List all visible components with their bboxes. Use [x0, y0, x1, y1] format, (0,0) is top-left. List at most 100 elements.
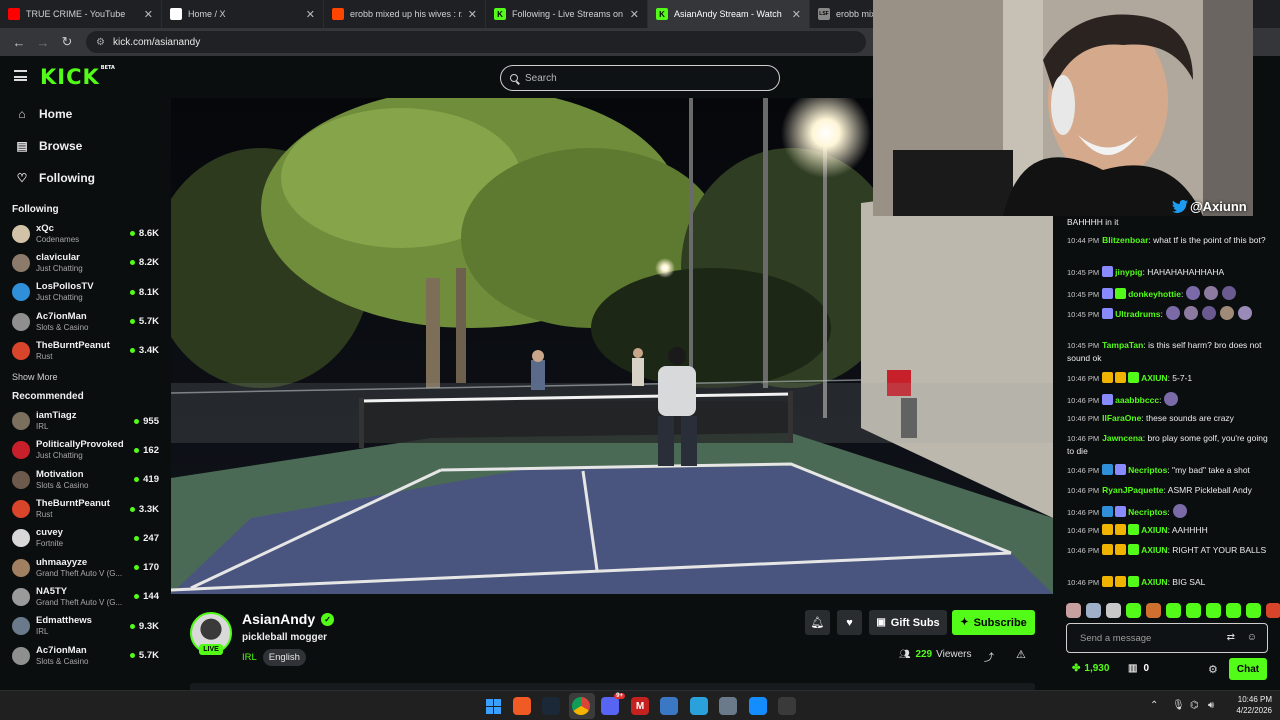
chat-username[interactable]: IlFaraOne [1102, 413, 1141, 423]
emote-picker-icon[interactable] [1266, 603, 1280, 618]
chat-text: : what tf is the point of this bot? [1148, 235, 1266, 245]
sidebar-channel[interactable]: NA5TY Grand Theft Auto V (G... 144 [0, 582, 170, 611]
close-tab-icon[interactable]: ✕ [630, 8, 639, 21]
chat-send-button[interactable]: Chat [1229, 658, 1267, 680]
browser-tab[interactable]: Home / X ✕ [162, 0, 324, 28]
sidebar-channel[interactable]: PoliticallyProvoked Just Chatting 162 [0, 436, 170, 465]
search-input[interactable]: Search [500, 65, 780, 91]
category-link[interactable]: IRL [242, 652, 257, 663]
emote-picker-icon[interactable] [1086, 603, 1101, 618]
network-icon[interactable]: ⌬ [1190, 700, 1199, 711]
sidebar-channel[interactable]: Motivation Slots & Casino 419 [0, 465, 170, 494]
chat-username[interactable]: TampaTan [1102, 340, 1143, 350]
chat-settings-icon[interactable]: ⚙ [1208, 663, 1218, 676]
chat-username[interactable]: RyanJPaquette [1102, 485, 1163, 495]
chat-username[interactable]: jinypig [1115, 267, 1142, 277]
logo-text: KICK [40, 65, 100, 89]
close-tab-icon[interactable]: ✕ [792, 8, 801, 21]
channel-avatar [12, 587, 30, 606]
menu-icon[interactable] [14, 70, 27, 81]
channel-name[interactable]: AsianAndy ✓ [242, 611, 335, 627]
follow-button[interactable]: ♥ [837, 610, 862, 635]
url-field[interactable]: ⚙ kick.com/asianandy [86, 31, 866, 53]
chat-username[interactable]: Jawncena [1102, 433, 1143, 443]
sidebar-channel[interactable]: cuvey Fortnite 247 [0, 524, 170, 553]
sidebar-channel[interactable]: Ac7ionMan Slots & Casino 5.7K [0, 641, 170, 670]
emote-picker-icon[interactable] [1186, 603, 1201, 618]
channel-points[interactable]: ✤ 1,930 [1072, 663, 1109, 674]
sidebar-channel[interactable]: uhmaayyze Grand Theft Auto V (G... 170 [0, 553, 170, 582]
brave-icon[interactable] [513, 697, 531, 715]
notification-bell-button[interactable]: 🔔︎ [805, 610, 830, 635]
sidebar-channel[interactable]: iamTiagz IRL 955 [0, 406, 170, 435]
telegram-icon[interactable] [690, 697, 708, 715]
nav-following[interactable]: ♡ Following [0, 162, 170, 194]
emote-picker-icon[interactable] [1146, 603, 1161, 618]
kick-logo[interactable]: KICKBETA [40, 65, 115, 89]
share-icon[interactable]: ⤴ [984, 649, 994, 664]
chat-username[interactable]: donkeyhottie [1128, 289, 1181, 299]
chat-username[interactable]: Necriptos [1128, 507, 1167, 517]
nav-home[interactable]: ⌂ Home [0, 98, 170, 130]
chat-username[interactable]: AXIUN [1141, 577, 1167, 587]
close-tab-icon[interactable]: ✕ [144, 8, 153, 21]
steam-icon[interactable] [542, 697, 560, 715]
language-tag[interactable]: English [262, 649, 306, 666]
browser-tab[interactable]: erobb mixed up his wives : r/Liv ✕ [324, 0, 486, 28]
reload-icon[interactable]: ↻ [56, 31, 78, 53]
emote-picker-icon[interactable] [1166, 603, 1181, 618]
sidebar-channel[interactable]: TheBurntPeanut Rust 3.3K [0, 494, 170, 523]
browser-tab[interactable]: K Following - Live Streams on Kick ✕ [486, 0, 648, 28]
viewer-count: 8.2K [130, 257, 159, 268]
microphone-icon[interactable]: 🎙︎ [1172, 700, 1185, 711]
clock-date: 4/22/2026 [1236, 706, 1272, 715]
sidebar-channel[interactable]: TheBurntPeanut Rust 3.4K [0, 336, 170, 365]
show-more-link[interactable]: Show More [0, 365, 170, 389]
subscribe-button[interactable]: ✦ Subscribe [952, 610, 1035, 635]
forward-icon[interactable]: → [32, 31, 54, 53]
discord-icon[interactable]: 9+ [601, 693, 625, 715]
chat-input[interactable]: Send a message ⇄ ☺ [1066, 623, 1268, 653]
chat-username[interactable]: Blitzenboar [1102, 235, 1148, 245]
emote-picker-icon[interactable] [1226, 603, 1241, 618]
close-tab-icon[interactable]: ✕ [468, 8, 477, 21]
channel-name: iamTiagz [36, 410, 77, 422]
sidebar-channel[interactable]: clavicular Just Chatting 8.2K [0, 248, 170, 277]
gift-subs-button[interactable]: ▣ Gift Subs [869, 610, 947, 635]
settings-icon[interactable] [719, 697, 737, 715]
browser-tab[interactable]: K AsianAndy Stream - Watch ✕ [648, 0, 810, 28]
obs-icon[interactable] [778, 697, 796, 715]
emote-picker-icon[interactable] [1066, 603, 1081, 618]
emote-picker-icon[interactable] [1126, 603, 1141, 618]
nav-browse[interactable]: ▤ Browse [0, 130, 170, 162]
sidebar-channel[interactable]: Edmatthews IRL 9.3K [0, 612, 170, 641]
chat-username[interactable]: Necriptos [1128, 465, 1167, 475]
report-icon[interactable]: ⚠ [1016, 648, 1026, 661]
battlenet-icon[interactable] [749, 697, 767, 715]
chat-username[interactable]: AXIUN [1141, 525, 1167, 535]
chat-username[interactable]: AXIUN [1141, 373, 1167, 383]
system-clock[interactable]: 10:46 PM 4/22/2026 [1226, 694, 1272, 716]
secondary-points[interactable]: ▥ 0 [1128, 663, 1149, 674]
gmail-icon[interactable]: M [631, 697, 649, 715]
emoji-icon[interactable]: ☺ [1247, 632, 1257, 643]
emote-picker-icon[interactable] [1246, 603, 1261, 618]
tray-chevron-icon[interactable]: ⌃ [1150, 700, 1158, 711]
sidebar-channel[interactable]: xQc Codenames 8.6K [0, 219, 170, 248]
chat-username[interactable]: aaabbbccc [1115, 395, 1159, 405]
back-icon[interactable]: ← [8, 31, 30, 53]
sidebar-channel[interactable]: LosPollosTV Just Chatting 8.1K [0, 278, 170, 307]
emote-picker-icon[interactable] [1106, 603, 1121, 618]
notepad-icon[interactable] [660, 697, 678, 715]
start-icon[interactable] [484, 697, 502, 715]
volume-icon[interactable]: 🔊︎ [1208, 700, 1214, 711]
browser-tab[interactable]: TRUE CRIME - YouTube ✕ [0, 0, 162, 28]
chat-username[interactable]: AXIUN [1141, 545, 1167, 555]
site-info-icon[interactable]: ⚙ [96, 37, 105, 48]
close-tab-icon[interactable]: ✕ [306, 8, 315, 21]
translate-icon[interactable]: ⇄ [1227, 632, 1235, 643]
emote-picker-icon[interactable] [1206, 603, 1221, 618]
chrome-icon[interactable] [572, 697, 590, 715]
chat-username[interactable]: Ultradrums [1115, 309, 1160, 319]
sidebar-channel[interactable]: Ac7ionMan Slots & Casino 5.7K [0, 307, 170, 336]
